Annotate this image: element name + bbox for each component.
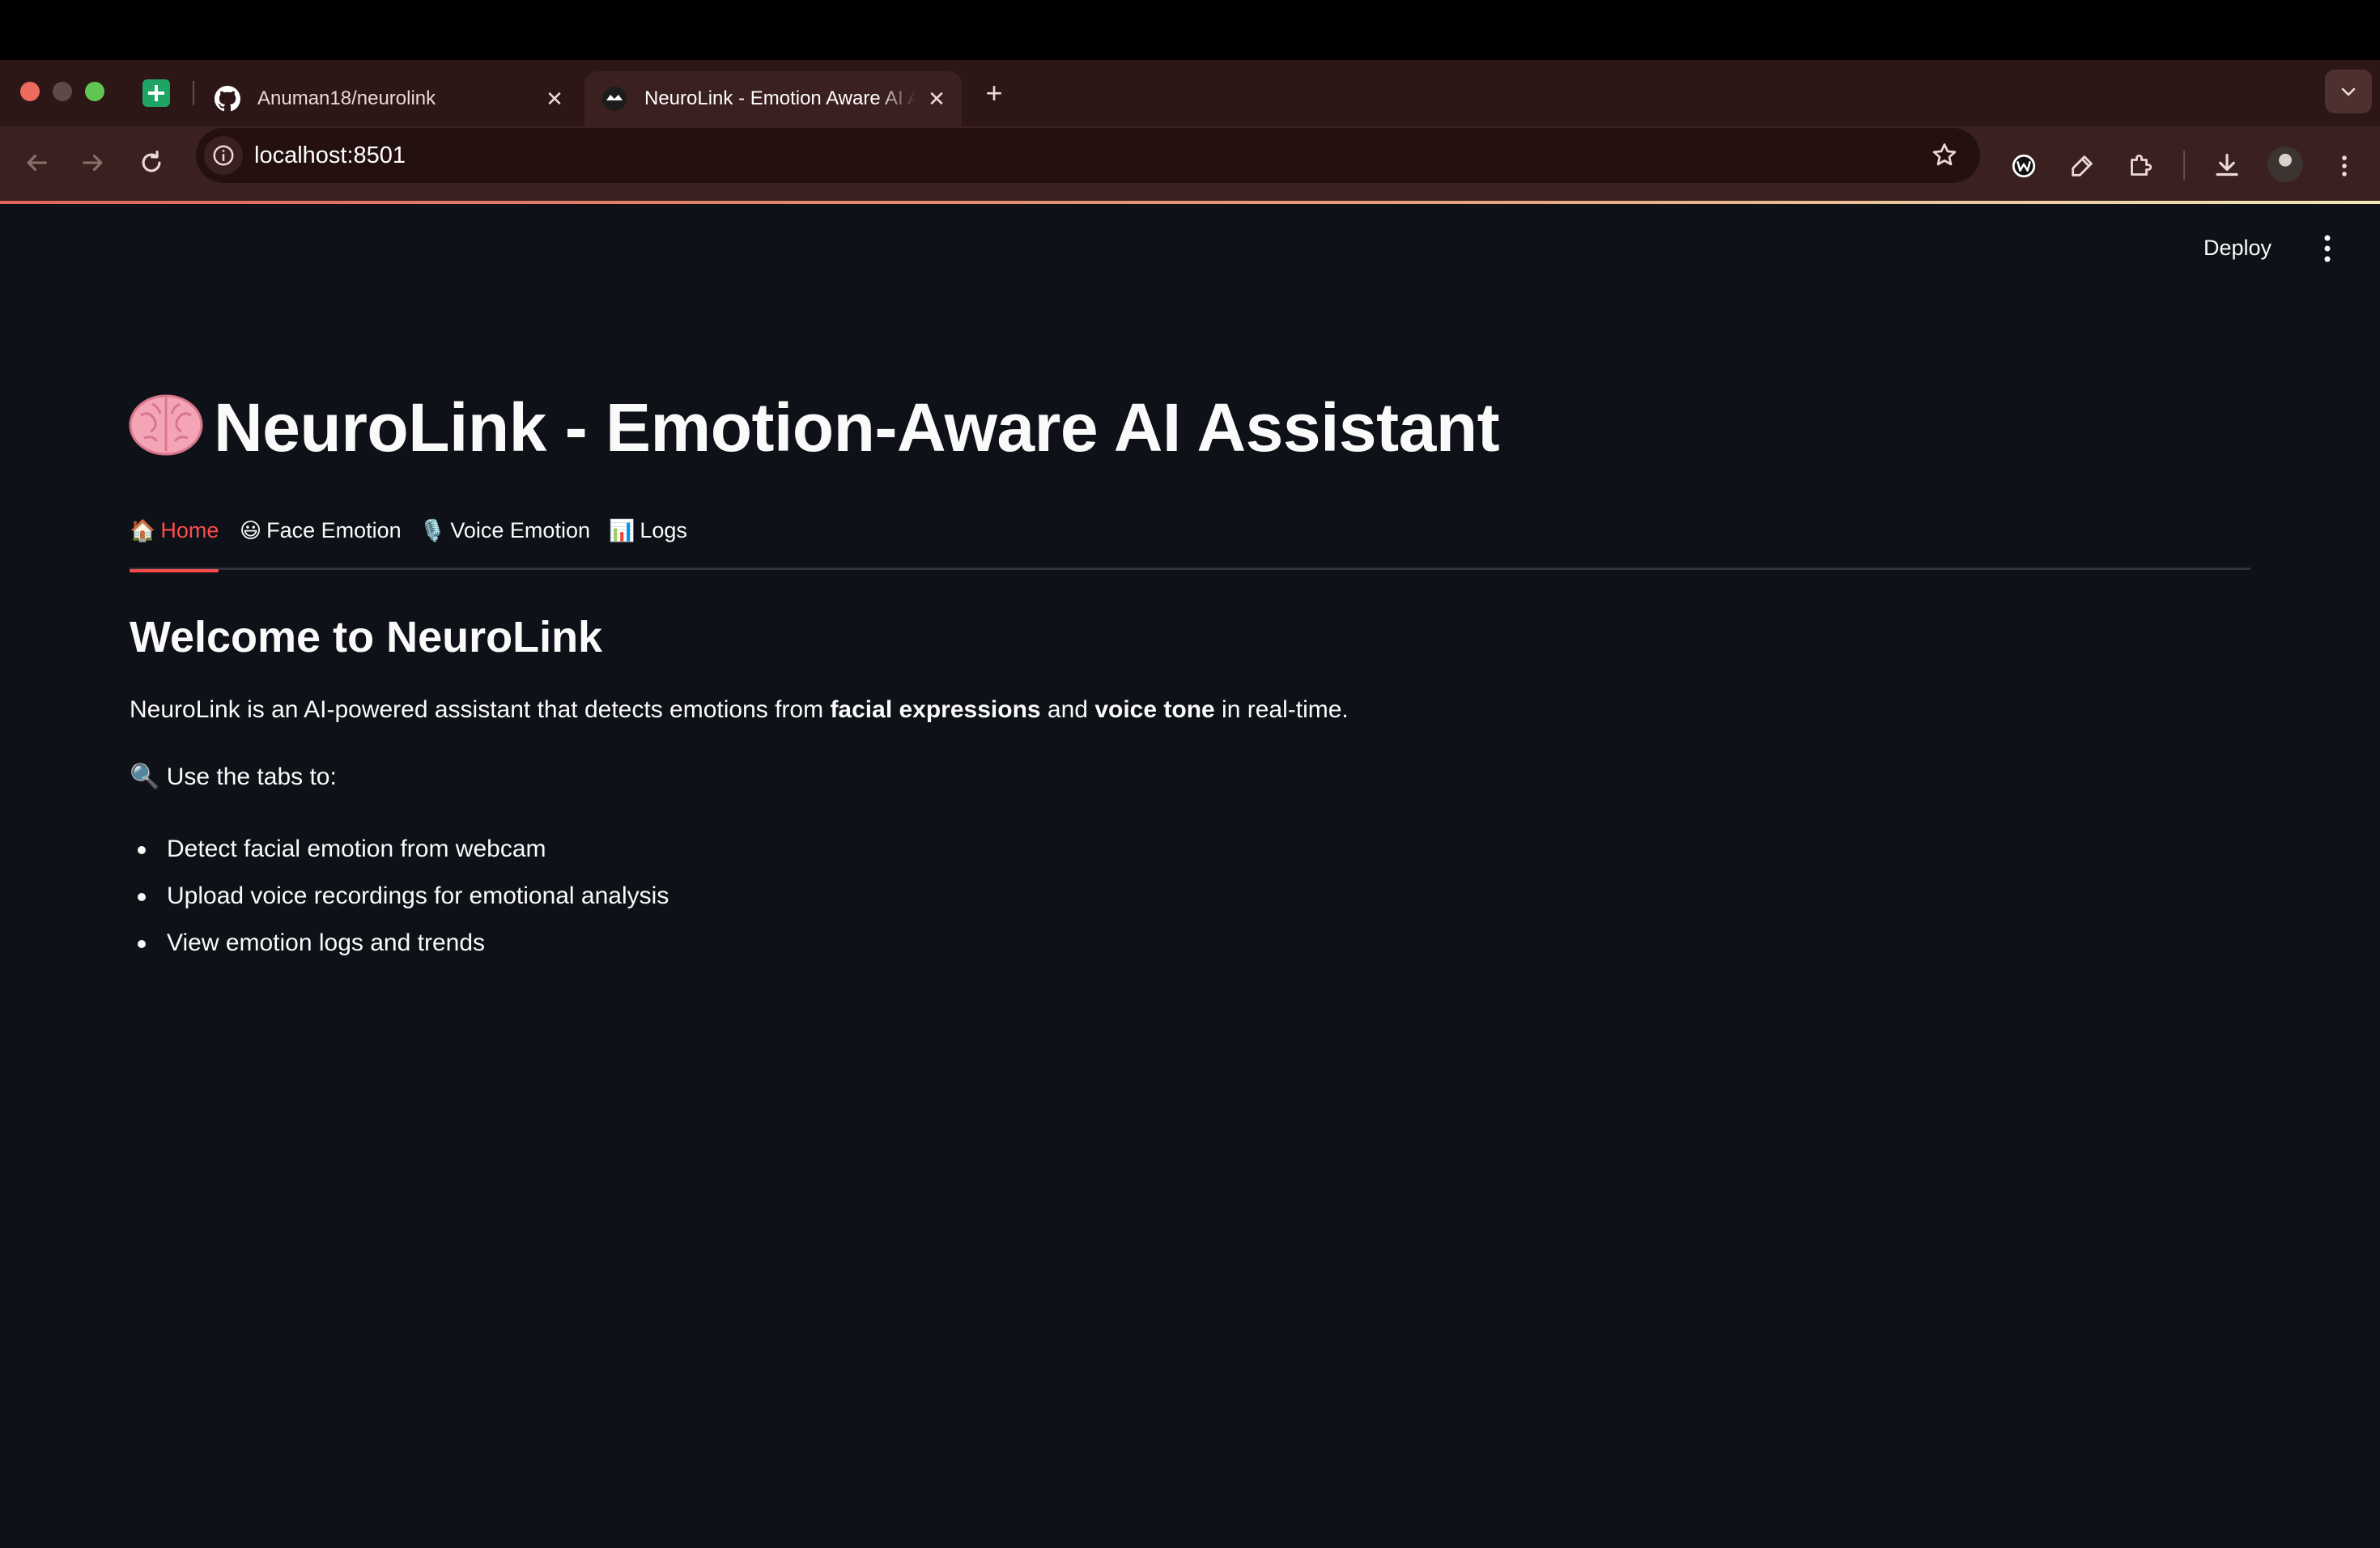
tab-label: Voice Emotion	[450, 518, 590, 542]
use-tabs-text: Use the tabs to:	[166, 763, 337, 790]
site-info-icon[interactable]	[204, 136, 243, 175]
menu-bar-strip	[0, 0, 2380, 60]
brain-icon	[128, 391, 204, 459]
tab-title: Anuman18/neurolink	[257, 87, 436, 109]
toolbar-divider	[2183, 151, 2185, 180]
intro-text: NeuroLink is an AI-powered assistant tha…	[130, 696, 831, 723]
intro-text: in real-time.	[1214, 696, 1349, 723]
close-tab-icon[interactable]: ✕	[923, 85, 950, 113]
microphone-icon: 🎙️	[419, 518, 446, 542]
page-title: NeuroLink - Emotion-Aware AI Assistant	[128, 389, 1500, 467]
minimize-window-button[interactable]	[53, 82, 72, 101]
intro-text: and	[1040, 696, 1095, 723]
tab-logs[interactable]: 📊 Logs	[609, 510, 687, 570]
app-tabs: 🏠 Home 😃 Face Emotion 🎙️ Voice Emotion 📊…	[130, 510, 2250, 572]
extensions-puzzle-icon[interactable]	[2123, 148, 2158, 184]
tab-label: Logs	[640, 518, 687, 542]
bar-chart-icon: 📊	[609, 518, 635, 542]
welcome-heading: Welcome to NeuroLink	[130, 613, 603, 661]
list-item: Upload voice recordings for emotional an…	[130, 873, 669, 920]
bookmark-star-icon[interactable]	[1930, 141, 1959, 170]
smiley-icon: 😃	[240, 518, 262, 542]
tab-home[interactable]: 🏠 Home	[130, 510, 219, 572]
list-item: Detect facial emotion from webcam	[130, 826, 669, 873]
eyedropper-icon[interactable]	[2064, 148, 2100, 184]
tab-face-emotion[interactable]: 😃 Face Emotion	[240, 510, 402, 570]
browser-menu-icon[interactable]	[2327, 148, 2362, 184]
tab-separator	[193, 81, 194, 105]
use-tabs-line: 🔍 Use the tabs to:	[130, 763, 337, 791]
maximize-window-button[interactable]	[85, 82, 104, 101]
new-tab-icon[interactable]: +	[980, 79, 1009, 108]
intro-bold-text: facial expressions	[830, 696, 1041, 723]
tab-voice-emotion[interactable]: 🎙️ Voice Emotion	[419, 510, 590, 570]
list-item: View emotion logs and trends	[130, 920, 669, 967]
github-icon	[214, 85, 241, 113]
extension-w-icon[interactable]	[2006, 148, 2042, 184]
house-icon: 🏠	[130, 518, 156, 542]
close-window-button[interactable]	[20, 82, 40, 101]
intro-paragraph: NeuroLink is an AI-powered assistant tha…	[130, 696, 1349, 724]
app-menu-icon[interactable]	[2315, 228, 2340, 269]
tab-label: Face Emotion	[266, 518, 402, 542]
tab-strip: Anuman18/neurolink ✕ NeuroLink - Emotion…	[0, 60, 2380, 126]
magnifier-icon: 🔍	[130, 763, 160, 790]
forward-arrow-icon[interactable]	[73, 142, 113, 183]
reload-icon[interactable]	[131, 142, 172, 183]
tab-search-chevron-icon[interactable]	[2325, 70, 2372, 113]
intro-bold-text: voice tone	[1094, 696, 1215, 723]
google-sheets-icon[interactable]	[142, 79, 170, 107]
streamlit-app: Deploy NeuroLink - Emotion-Aware AI Assi…	[0, 204, 2380, 1548]
page-title-text: NeuroLink - Emotion-Aware AI Assistant	[214, 389, 1500, 466]
tab-label: Home	[160, 518, 219, 542]
back-arrow-icon[interactable]	[16, 142, 57, 183]
download-icon[interactable]	[2209, 148, 2245, 184]
tab-title: NeuroLink - Emotion Aware AI Assistant	[644, 87, 916, 109]
address-bar[interactable]: localhost:8501	[196, 128, 1980, 183]
url-text[interactable]: localhost:8501	[254, 128, 406, 183]
feature-list: Detect facial emotion from webcam Upload…	[130, 826, 669, 967]
profile-avatar[interactable]	[2267, 147, 2303, 182]
browser-tab-neurolink[interactable]: NeuroLink - Emotion Aware AI Assistant ✕	[584, 71, 962, 126]
streamlit-icon	[601, 85, 628, 113]
deploy-button[interactable]: Deploy	[2204, 225, 2272, 270]
browser-tab-github[interactable]: Anuman18/neurolink ✕	[207, 71, 580, 126]
close-tab-icon[interactable]: ✕	[541, 85, 568, 113]
